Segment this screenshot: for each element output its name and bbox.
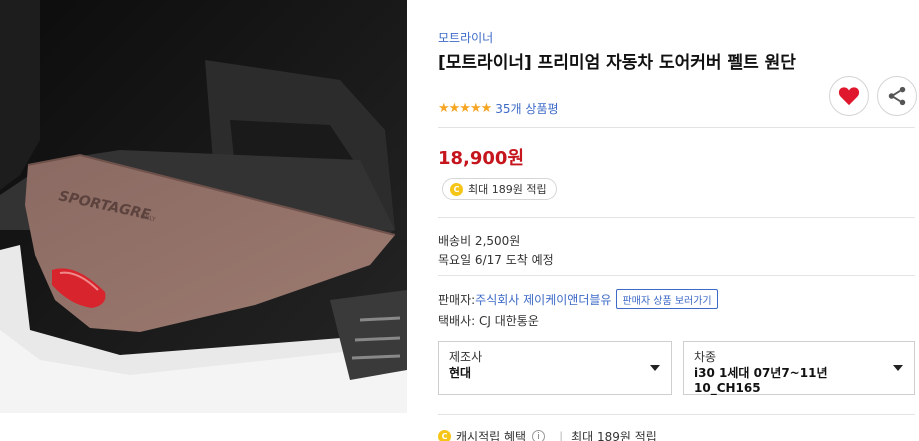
courier-info: 택배사: CJ 대한통운 — [438, 314, 539, 328]
rating-stars: ★★★★★ — [438, 101, 492, 116]
divider — [438, 127, 915, 128]
points-badge-text: 최대 189원 적립 — [468, 183, 547, 196]
maker-select-label: 제조사 — [449, 350, 483, 364]
seller-row: 판매자: 주식회사 제이케이앤더블유 판매자 상품 보러가기 — [438, 289, 718, 309]
seller-name-link[interactable]: 주식회사 제이케이앤더블유 — [475, 291, 611, 308]
product-image: SPORTAGRE ONLY — [0, 0, 407, 413]
cash-reward-row: C 캐시적립 혜택 i | 최대 189원 적립 — [438, 428, 657, 441]
brand-link[interactable]: 모트라이너 — [438, 29, 493, 46]
delivery-date: 목요일 6/17 도착 예정 — [438, 253, 554, 267]
chevron-down-icon — [650, 365, 660, 371]
product-info-panel: 모트라이너 [모트라이너] 프리미엄 자동차 도어커버 펠트 원단 ★★★★★ … — [438, 0, 919, 441]
share-icon — [888, 86, 906, 106]
coin-icon: C — [450, 182, 463, 196]
product-title: [모트라이너] 프리미엄 자동차 도어커버 펠트 원단 — [438, 53, 796, 73]
divider — [438, 217, 915, 218]
seller-products-button[interactable]: 판매자 상품 보러가기 — [616, 289, 718, 309]
rating-row: ★★★★★ 35개 상품평 — [438, 100, 559, 117]
info-icon[interactable]: i — [532, 430, 546, 441]
model-select-label: 차종 — [694, 350, 717, 364]
cash-reward-label: 캐시적립 혜택 — [456, 430, 527, 441]
review-count-link[interactable]: 35개 상품평 — [495, 100, 558, 117]
product-price: 18,900원 — [438, 148, 525, 169]
divider — [438, 275, 915, 276]
shipping-fee: 배송비 2,500원 — [438, 234, 521, 248]
points-badge: C 최대 189원 적립 — [442, 178, 557, 200]
maker-select[interactable]: 제조사 현대 — [438, 341, 672, 395]
model-select[interactable]: 차종 i30 1세대 07년7~11년 10_CH165 — [683, 341, 915, 395]
divider — [438, 414, 915, 415]
coin-icon: C — [438, 430, 451, 441]
seller-label: 판매자: — [438, 292, 476, 307]
separator: | — [559, 429, 564, 441]
door-cover-photo: SPORTAGRE ONLY — [0, 0, 407, 413]
cash-reward-value: 최대 189원 적립 — [571, 430, 657, 441]
maker-select-value: 현대 — [449, 366, 472, 380]
model-select-value-line2: 10_CH165 — [694, 381, 761, 395]
model-select-value-line1: i30 1세대 07년7~11년 — [694, 366, 828, 380]
heart-icon — [838, 87, 860, 106]
share-button[interactable] — [877, 76, 917, 116]
chevron-down-icon — [893, 365, 903, 371]
wishlist-button[interactable] — [829, 76, 869, 116]
